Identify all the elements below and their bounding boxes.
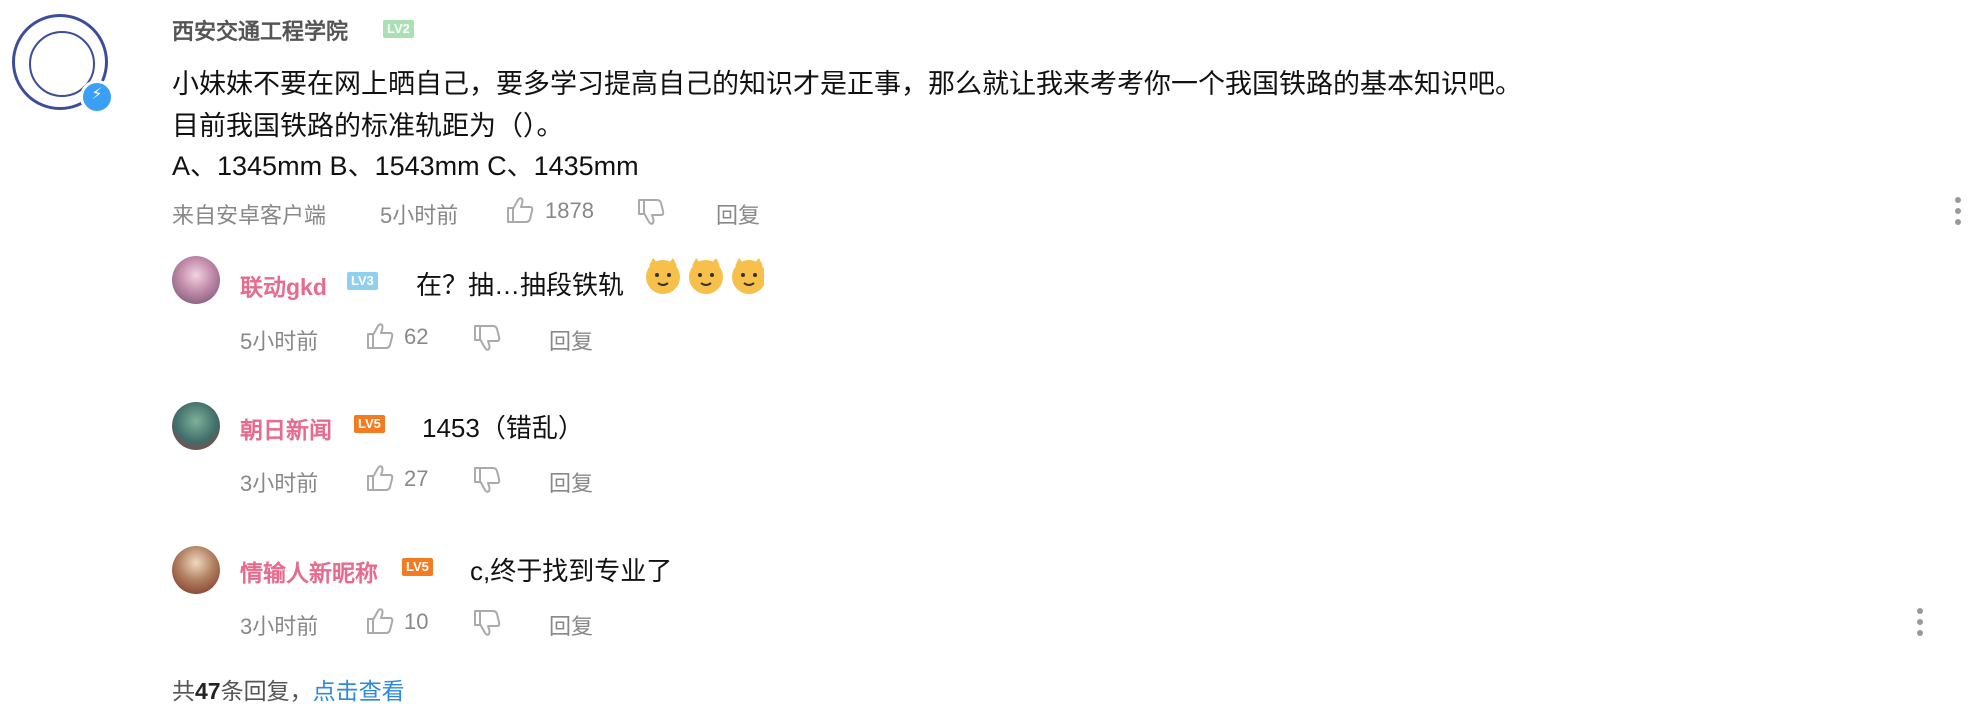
reply-avatar[interactable] bbox=[172, 546, 220, 594]
reply-button[interactable]: 回复 bbox=[549, 609, 593, 641]
dislike-button[interactable] bbox=[636, 198, 666, 226]
reply-summary-prefix: 共 bbox=[172, 678, 195, 704]
reply-summary-suffix: 条回复， bbox=[220, 678, 313, 704]
reply-button[interactable]: 回复 bbox=[549, 466, 593, 498]
reply-avatar[interactable] bbox=[172, 256, 220, 304]
level-badge: LV2 bbox=[383, 20, 414, 38]
reply-author-name[interactable]: 朝日新闻 bbox=[240, 411, 332, 445]
thumb-down-icon bbox=[474, 325, 501, 351]
reply-time: 3小时前 bbox=[240, 614, 319, 639]
thumb-up-icon bbox=[507, 197, 534, 223]
like-count: 62 bbox=[404, 324, 429, 349]
like-button[interactable] bbox=[505, 196, 535, 224]
verified-badge-icon: ⚡ bbox=[80, 80, 114, 114]
thumb-up-icon bbox=[367, 323, 394, 349]
post-text-line-1: 小妹妹不要在网上晒自己，要多学习提高自己的知识才是正事，那么就让我来考考你一个我… bbox=[172, 69, 1522, 99]
like-count: 10 bbox=[404, 609, 429, 634]
reply-time: 3小时前 bbox=[240, 471, 319, 496]
like-button[interactable] bbox=[365, 322, 395, 350]
more-options-icon[interactable] bbox=[1917, 608, 1923, 641]
like-button[interactable] bbox=[365, 464, 395, 492]
level-badge: LV3 bbox=[347, 272, 378, 290]
thumb-up-icon bbox=[367, 465, 394, 491]
level-badge: LV5 bbox=[402, 558, 433, 576]
thumb-down-icon bbox=[474, 467, 501, 493]
reply-text: c,终于找到专业了 bbox=[470, 556, 673, 586]
dislike-button[interactable] bbox=[472, 466, 502, 494]
post-text-line-2: 目前我国铁路的标准轨距为（）。 bbox=[172, 111, 564, 141]
dislike-button[interactable] bbox=[472, 609, 502, 637]
post-author-name[interactable]: 西安交通工程学院 bbox=[172, 14, 348, 46]
reply-button[interactable]: 回复 bbox=[549, 324, 593, 356]
reply-text: 1453（错乱） bbox=[422, 413, 584, 443]
thumb-up-icon bbox=[367, 608, 394, 634]
post-text-line-3: A、1345mm B、1543mm C、1435mm bbox=[172, 151, 639, 181]
reply-button[interactable]: 回复 bbox=[716, 198, 760, 230]
reply-author-name[interactable]: 联动gkd bbox=[240, 268, 327, 302]
view-all-replies-link[interactable]: 点击查看 bbox=[313, 678, 405, 704]
like-count: 27 bbox=[404, 466, 429, 491]
thumb-down-icon bbox=[474, 610, 501, 636]
post-source: 来自安卓客户端 bbox=[172, 203, 327, 228]
reply-summary: 共47条回复，点击查看 bbox=[172, 672, 405, 706]
reply-author-name[interactable]: 情输人新昵称 bbox=[240, 554, 378, 588]
like-count: 1878 bbox=[545, 198, 594, 223]
reply-time: 5小时前 bbox=[240, 329, 319, 354]
cat-emoji-icon bbox=[644, 256, 764, 296]
reply-count: 47 bbox=[195, 678, 221, 704]
more-options-icon[interactable] bbox=[1955, 197, 1961, 230]
reply-text: 在？抽…抽段铁轨 bbox=[416, 270, 625, 300]
like-button[interactable] bbox=[365, 607, 395, 635]
dislike-button[interactable] bbox=[472, 324, 502, 352]
thumb-down-icon bbox=[638, 199, 665, 225]
level-badge: LV5 bbox=[354, 415, 385, 433]
post-time: 5小时前 bbox=[380, 203, 459, 228]
reply-avatar[interactable] bbox=[172, 402, 220, 450]
